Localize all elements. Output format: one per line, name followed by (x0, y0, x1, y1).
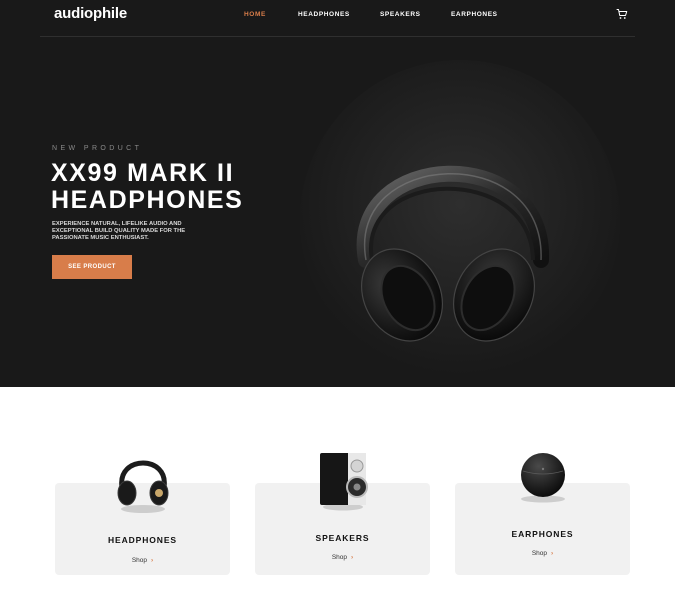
headphones-image (356, 165, 550, 342)
hero-section: audiophile HOME HEADPHONES SPEAKERS EARP… (0, 0, 675, 387)
shop-text: Shop (531, 550, 547, 557)
nav-link-earphones[interactable]: EARPHONES (451, 11, 498, 18)
category-label-earphones: EARPHONES (511, 529, 574, 539)
nav-link-home[interactable]: HOME (244, 11, 266, 18)
shop-link-earphones[interactable]: Shop › (455, 550, 630, 557)
category-label-headphones: HEADPHONES (108, 535, 177, 545)
earphones-case-thumbnail (521, 453, 565, 503)
nav-link-headphones[interactable]: HEADPHONES (298, 11, 350, 18)
shop-link-speakers[interactable]: Shop › (255, 554, 430, 561)
cart-icon[interactable] (616, 8, 628, 20)
chevron-right-icon: › (551, 550, 554, 557)
see-product-button[interactable]: SEE PRODUCT (52, 255, 132, 279)
category-card-speakers[interactable]: SPEAKERS Shop › (255, 453, 430, 575)
hero-title-line-2: HEADPHONES (51, 186, 244, 214)
headphones-thumbnail (117, 460, 169, 513)
category-label-speakers: SPEAKERS (315, 533, 370, 543)
hero-title: XX99 MARK II HEADPHONES (51, 160, 311, 214)
category-card-headphones[interactable]: HEADPHONES Shop › (55, 460, 230, 575)
logo[interactable]: audiophile (54, 5, 127, 22)
hero-description: EXPERIENCE NATURAL, LIFELIKE AUDIO AND E… (52, 221, 186, 242)
category-card-earphones[interactable]: EARPHONES Shop › (455, 453, 630, 575)
nav-link-speakers[interactable]: SPEAKERS (380, 11, 421, 18)
chevron-right-icon: › (351, 554, 354, 561)
shop-text: Shop (131, 557, 147, 564)
chevron-right-icon: › (151, 557, 154, 564)
shop-link-headphones[interactable]: Shop › (55, 557, 230, 564)
navbar-divider (40, 36, 635, 37)
navbar: audiophile HOME HEADPHONES SPEAKERS EARP… (0, 0, 675, 37)
hero-eyebrow: NEW PRODUCT (52, 145, 143, 152)
speaker-thumbnail (320, 453, 368, 511)
hero-title-line-1: XX99 MARK II (51, 159, 235, 187)
shop-text: Shop (331, 554, 347, 561)
